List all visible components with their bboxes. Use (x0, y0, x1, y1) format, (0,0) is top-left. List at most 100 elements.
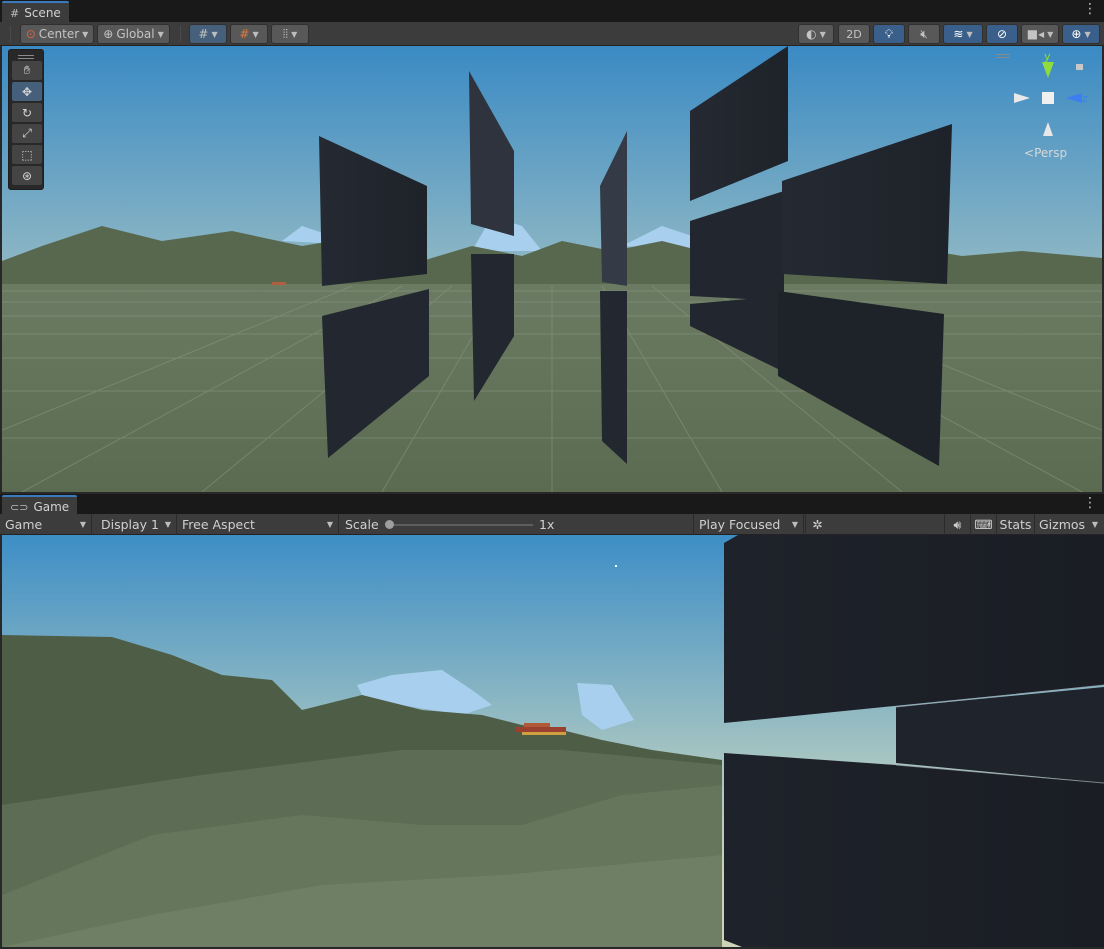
chevron-down-icon: ▼ (291, 29, 298, 39)
eye-hidden-icon: ⊘ (996, 27, 1008, 41)
lighting-toggle[interactable]: 💡︎ (873, 24, 905, 44)
bug-icon: ✲ (812, 517, 823, 532)
scene-viewport[interactable]: ✋︎ ✥ ↻ ⤢ ⬚ ⊛ y z <Persp (2, 46, 1102, 492)
game-render (2, 535, 1104, 947)
keyboard-shortcuts-button[interactable]: ⌨︎ (970, 514, 996, 535)
play-mode-dropdown[interactable]: Play Focused ▼ (693, 514, 804, 535)
draw-mode-dropdown[interactable]: ◐ ▼ (798, 24, 834, 44)
scene-tab[interactable]: # Scene (2, 1, 69, 22)
projection-toggle[interactable]: <Persp (1024, 146, 1067, 160)
scale-label: Scale (345, 517, 379, 532)
hidden-objects-toggle[interactable]: ⊘ (986, 24, 1018, 44)
display-label: Display 1 (101, 517, 160, 532)
grid-icon: # (10, 6, 20, 20)
scene-tab-label: Scene (24, 6, 61, 20)
toolbar-separator (10, 26, 11, 42)
aspect-label: Free Aspect (182, 517, 255, 532)
game-panel: ⊂⊃ Game ⋮ Game ▼ Display 1 ▼ Free Aspect… (0, 494, 1104, 949)
shading-icon: ◐ (806, 27, 817, 41)
hand-icon[interactable]: ✋︎ (12, 61, 42, 80)
snap-icon: # (239, 27, 250, 41)
game-viewport[interactable] (2, 535, 1104, 947)
increment-snap-button[interactable]: ⦙⦙ ▼ (271, 24, 309, 44)
projection-label: Persp (1034, 146, 1068, 160)
chevron-down-icon: ▼ (157, 29, 164, 39)
scale-control: Scale 1x (345, 514, 693, 535)
chevron-down-icon: ▼ (966, 29, 973, 39)
lightbulb-icon: 💡︎ (884, 26, 894, 41)
audio-toggle[interactable]: 🔇︎ (908, 24, 940, 44)
gizmos-dropdown[interactable]: ⊕ ▼ (1062, 24, 1100, 44)
transform-icon[interactable]: ⊛ (12, 166, 42, 185)
camera-dropdown[interactable]: ■◂ ▼ (1021, 24, 1059, 44)
audio-mute-icon: 🔇︎ (920, 26, 928, 41)
gizmo-grip (996, 54, 1010, 58)
grid-snap-toggle[interactable]: # ▼ (189, 24, 227, 44)
2d-label: 2D (846, 27, 862, 41)
game-tab-bar: ⊂⊃ Game ⋮ (0, 494, 1104, 516)
chevron-down-icon: ▼ (791, 520, 798, 529)
gizmo-z-label: z (1082, 92, 1088, 105)
pivot-dropdown[interactable]: ⊙ Center ▼ (20, 24, 94, 44)
globe-icon: ⊕ (103, 27, 114, 41)
palette-grip[interactable] (12, 52, 40, 61)
scene-menu-icon[interactable]: ⋮ (1083, 2, 1097, 16)
scene-tab-bar: # Scene ⋮ (0, 0, 1104, 22)
gizmo-icon: ⊕ (1071, 27, 1082, 41)
game-toolbar: Game ▼ Display 1 ▼ Free Aspect ▼ Scale 1… (0, 514, 1104, 535)
chevron-down-icon: ▼ (164, 520, 171, 529)
game-tab-label: Game (33, 500, 70, 514)
rotate-icon[interactable]: ↻ (12, 103, 42, 122)
stats-label: Stats (999, 517, 1032, 532)
gizmos-label: Gizmos (1039, 517, 1086, 532)
chevron-down-icon: ▼ (211, 29, 218, 39)
aspect-dropdown[interactable]: Free Aspect ▼ (177, 514, 339, 535)
layers-icon: ≋ (953, 27, 964, 41)
game-menu-icon[interactable]: ⋮ (1083, 496, 1097, 510)
debug-button[interactable]: ✲ (805, 514, 829, 535)
audio-mute-button[interactable]: 🔊︎ (944, 514, 970, 535)
view-mode-dropdown[interactable]: Game ▼ (0, 514, 92, 535)
scale-slider[interactable] (385, 520, 533, 529)
chevron-down-icon: ▼ (1091, 520, 1098, 529)
snap-increment-button[interactable]: # ▼ (230, 24, 268, 44)
scale-icon[interactable]: ⤢ (12, 124, 42, 143)
tool-palette: ✋︎ ✥ ↻ ⤢ ⬚ ⊛ (8, 49, 44, 190)
stats-button[interactable]: Stats (996, 514, 1034, 535)
toolbar-separator (180, 26, 181, 42)
scale-value: 1x (539, 517, 555, 532)
game-tab[interactable]: ⊂⊃ Game (2, 495, 78, 516)
ruler-icon: ⦙⦙ (282, 26, 289, 41)
display-dropdown[interactable]: Display 1 ▼ (96, 514, 177, 535)
scene-render (2, 46, 1102, 492)
effects-dropdown[interactable]: ≋ ▼ (943, 24, 983, 44)
move-icon[interactable]: ✥ (12, 82, 42, 101)
scene-panel: # Scene ⋮ ⊙ Center ▼ ⊕ Global ▼ # ▼ # ▼ … (0, 0, 1104, 494)
keyboard-icon: ⌨︎ (974, 517, 993, 532)
speaker-icon: 🔊︎ (953, 516, 962, 532)
orientation-gizmo[interactable]: y z <Persp (996, 50, 1092, 162)
grid-visibility-icon: # (198, 27, 209, 41)
airplane-object[interactable] (272, 282, 286, 285)
chevron-down-icon: ▼ (82, 29, 89, 39)
chevron-left-icon: < (1024, 146, 1035, 160)
chevron-down-icon: ▼ (819, 29, 826, 39)
chevron-down-icon: ▼ (1047, 29, 1054, 39)
rect-icon[interactable]: ⬚ (12, 145, 42, 164)
space-label: Global (116, 27, 155, 41)
scene-toolbar: ⊙ Center ▼ ⊕ Global ▼ # ▼ # ▼ ⦙⦙ ▼ ◐ ▼ 2… (0, 22, 1104, 46)
pivot-icon: ⊙ (25, 27, 36, 41)
play-mode-label: Play Focused (699, 517, 781, 532)
chevron-down-icon: ▼ (252, 29, 259, 39)
view-mode-label: Game (5, 517, 43, 532)
camera-icon: ■◂ (1026, 27, 1045, 41)
gizmos-dropdown[interactable]: Gizmos ▼ (1034, 514, 1104, 535)
chevron-down-icon: ▼ (326, 520, 333, 529)
scale-slider-thumb[interactable] (385, 520, 394, 529)
chevron-down-icon: ▼ (79, 520, 86, 529)
gamepad-icon: ⊂⊃ (10, 500, 29, 514)
pivot-label: Center (38, 27, 80, 41)
axis-gizmo-icon (1014, 62, 1083, 136)
space-dropdown[interactable]: ⊕ Global ▼ (97, 24, 170, 44)
2d-toggle[interactable]: 2D (838, 24, 870, 44)
